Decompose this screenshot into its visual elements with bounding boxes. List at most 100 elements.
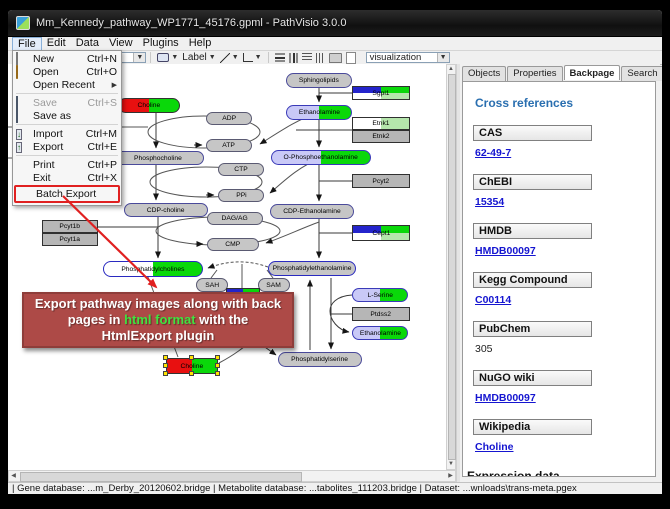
- pathway-node-sphingolipids[interactable]: Sphingolipids: [286, 73, 352, 88]
- pathway-node-ethanolamine-top[interactable]: Ethanolamine: [286, 105, 352, 120]
- selection-handle[interactable]: [163, 355, 168, 360]
- file-menu-item-open[interactable]: OpenCtrl+O: [13, 65, 121, 78]
- pathway-node-o-phosphoethanolamine[interactable]: O-Phosphoethanolamine: [271, 150, 371, 165]
- chevron-down-icon[interactable]: ▼: [232, 54, 239, 61]
- pathway-node-ethanolamine-low[interactable]: Ethanolamine: [352, 326, 408, 340]
- selection-handle[interactable]: [163, 371, 168, 376]
- selection-handle[interactable]: [189, 355, 194, 360]
- annotation-text: pages in: [68, 312, 124, 327]
- pathway-node-sah[interactable]: SAH: [196, 278, 228, 292]
- chevron-down-icon[interactable]: ▼: [209, 54, 216, 61]
- file-menu-item-new[interactable]: NewCtrl+N: [13, 52, 121, 65]
- backpage-panel[interactable]: Cross references CAS62-49-7ChEBI15354HMD…: [462, 81, 656, 477]
- pathway-node-ppi[interactable]: PPi: [218, 189, 264, 202]
- selection-handle[interactable]: [215, 363, 220, 368]
- xref-link[interactable]: 62-49-7: [475, 147, 511, 159]
- xref-link[interactable]: C00114: [475, 294, 511, 306]
- tab-properties[interactable]: Properties: [507, 66, 562, 81]
- chevron-down-icon[interactable]: ▼: [255, 54, 262, 61]
- menu-item-shortcut: Ctrl+M: [86, 128, 117, 140]
- add-line-button[interactable]: ▼: [218, 52, 241, 64]
- selection-handle[interactable]: [163, 363, 168, 368]
- menu-edit[interactable]: Edit: [42, 37, 71, 50]
- pathway-node-cdp-choline[interactable]: CDP-choline: [124, 203, 208, 217]
- pathway-node-pcyt2[interactable]: Pcyt2: [352, 174, 410, 188]
- tab-backpage[interactable]: Backpage: [564, 65, 621, 80]
- pathway-node-adp[interactable]: ADP: [206, 112, 252, 125]
- file-menu-item-import[interactable]: ↓ImportCtrl+M: [13, 127, 121, 140]
- new-document-icon: [16, 52, 18, 66]
- align-horizontal-center-button[interactable]: [287, 52, 300, 64]
- distribute-rows-button[interactable]: [300, 52, 314, 64]
- title-bar[interactable]: Mm_Kennedy_pathway_WP1771_45176.gpml - P…: [8, 10, 662, 37]
- menu-item-shortcut: Ctrl+S: [88, 97, 117, 109]
- pathway-node-etnk2[interactable]: Etnk2: [352, 130, 410, 143]
- file-menu-item-batch-export[interactable]: Batch Export: [14, 185, 120, 203]
- canvas-vertical-scrollbar[interactable]: ▲ ▼: [446, 64, 456, 470]
- pathway-node-sam[interactable]: SAM: [258, 278, 290, 292]
- pathway-node-choline-top[interactable]: Choline: [118, 98, 180, 113]
- pathway-node-cept1[interactable]: Cept1: [352, 225, 410, 241]
- distribute-columns-button[interactable]: [314, 52, 327, 64]
- pathway-node-ctp[interactable]: CTP: [218, 163, 264, 176]
- pathway-node-pcyt1b[interactable]: Pcyt1b: [42, 220, 98, 233]
- file-menu-item-export[interactable]: ↑ExportCtrl+E: [13, 140, 121, 153]
- export-button[interactable]: [344, 52, 358, 64]
- chevron-down-icon[interactable]: ▼: [171, 54, 178, 61]
- selection-handle[interactable]: [189, 371, 194, 376]
- file-menu-item-open-recent[interactable]: Open Recent▶: [13, 78, 121, 91]
- scroll-down-icon[interactable]: ▼: [447, 460, 455, 469]
- menu-item-label: Open: [33, 66, 80, 78]
- menu-view[interactable]: View: [104, 37, 138, 50]
- pathway-node-ptdss2[interactable]: Ptdss2: [352, 307, 410, 321]
- chevron-down-icon[interactable]: ▼: [437, 53, 449, 62]
- window-title: Mm_Kennedy_pathway_WP1771_45176.gpml - P…: [36, 17, 346, 29]
- file-menu-item-exit[interactable]: ExitCtrl+X: [13, 171, 121, 184]
- add-label-button[interactable]: Label▼: [180, 52, 217, 64]
- pathway-node-phosphatidylserine[interactable]: Phosphatidylserine: [278, 352, 362, 367]
- xref-link[interactable]: Choline: [475, 441, 514, 453]
- align-vertical-center-button[interactable]: [273, 52, 287, 64]
- vertical-scroll-thumb[interactable]: [448, 74, 456, 460]
- print-button[interactable]: [327, 52, 344, 64]
- selection-handle[interactable]: [215, 371, 220, 376]
- node-label: Phosphocholine: [134, 155, 182, 162]
- scroll-right-icon[interactable]: ▶: [446, 472, 455, 480]
- pathway-node-l-serine[interactable]: L-Serine: [352, 288, 408, 302]
- file-menu-item-save-as[interactable]: Save as: [13, 109, 121, 122]
- menu-help[interactable]: Help: [184, 37, 217, 50]
- menu-file[interactable]: File: [12, 37, 42, 51]
- menu-data[interactable]: Data: [71, 37, 104, 50]
- visualization-combobox[interactable]: visualization ▼: [366, 52, 450, 63]
- pathway-node-phosphatidylethanolamine[interactable]: Phosphatidylethanolamine: [268, 261, 356, 276]
- canvas-horizontal-scrollbar[interactable]: ◀ ▶: [8, 470, 456, 482]
- pathway-node-phosphocholine[interactable]: Phosphocholine: [112, 151, 204, 165]
- pathway-node-phosphatidylcholines[interactable]: Phosphatidylcholines: [103, 261, 203, 277]
- pathway-node-etnk1[interactable]: Etnk1: [352, 117, 410, 130]
- xref-link[interactable]: 15354: [475, 196, 504, 208]
- xref-database-name: HMDB: [473, 223, 592, 239]
- add-datanode-button[interactable]: ▼: [155, 52, 180, 64]
- pathway-node-dag[interactable]: DAG/AG: [207, 212, 263, 225]
- pathway-node-atp[interactable]: ATP: [206, 139, 252, 152]
- pathway-node-cmp[interactable]: CMP: [207, 238, 259, 251]
- node-label: Choline: [138, 102, 161, 109]
- tab-objects[interactable]: Objects: [462, 66, 506, 81]
- tab-search[interactable]: Search: [621, 66, 662, 81]
- horizontal-scroll-thumb[interactable]: [20, 472, 302, 482]
- selection-handle[interactable]: [215, 355, 220, 360]
- file-menu-item-print[interactable]: PrintCtrl+P: [13, 158, 121, 171]
- align-vertical-icon: [275, 53, 285, 62]
- scroll-left-icon[interactable]: ◀: [9, 472, 18, 480]
- xref-section-chebi: ChEBI15354: [473, 174, 655, 208]
- scroll-up-icon[interactable]: ▲: [447, 65, 455, 74]
- pathway-node-sgpl1[interactable]: Sgpl1: [352, 86, 410, 100]
- menu-plugins[interactable]: Plugins: [138, 37, 184, 50]
- add-connector-button[interactable]: ▼: [241, 52, 264, 64]
- pathway-node-cdp-ethanolamine[interactable]: CDP-Ethanolamine: [270, 204, 354, 219]
- xref-link[interactable]: HMDB00097: [475, 245, 536, 257]
- chevron-down-icon[interactable]: ▼: [133, 53, 145, 62]
- xref-link[interactable]: HMDB00097: [475, 392, 536, 404]
- pathway-node-pcyt1a[interactable]: Pcyt1a: [42, 233, 98, 246]
- visualization-value: visualization: [370, 52, 422, 63]
